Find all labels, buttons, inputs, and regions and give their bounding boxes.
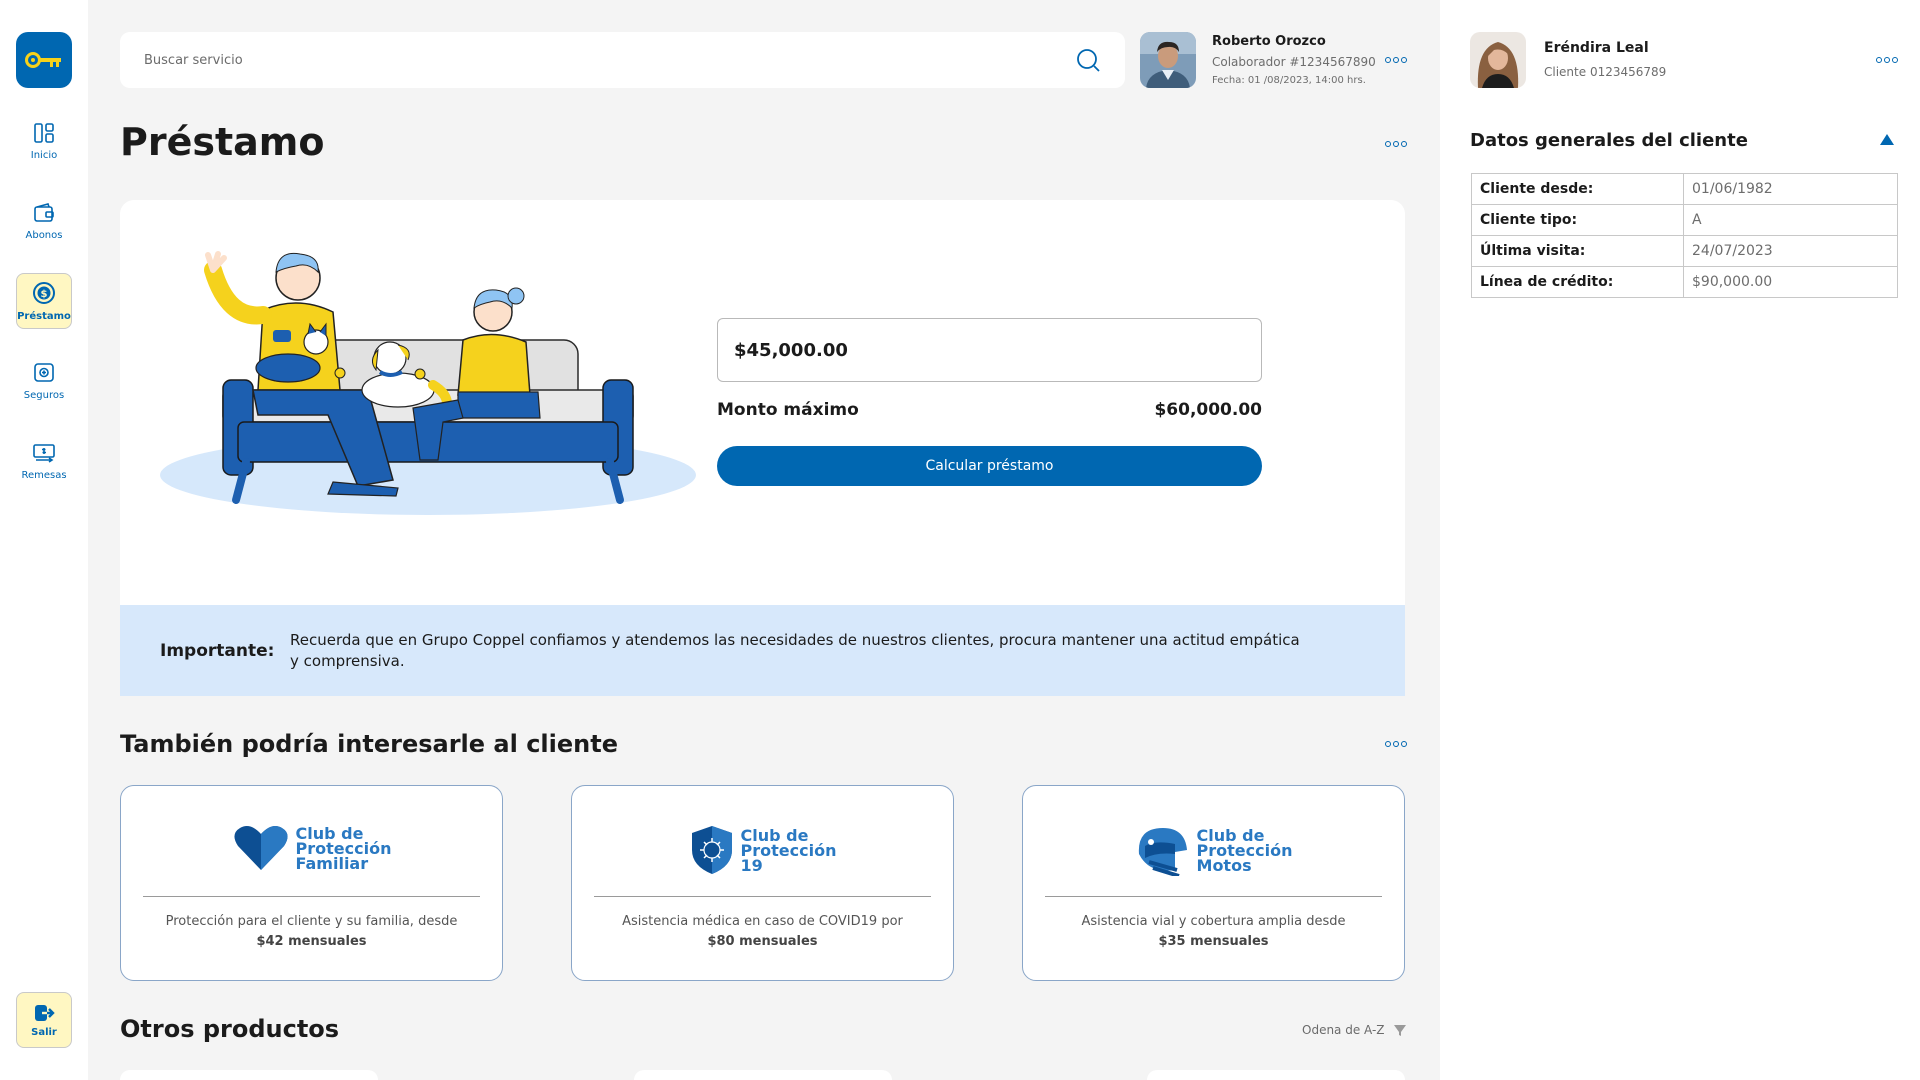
exit-label: Salir bbox=[31, 1026, 57, 1038]
funnel-icon bbox=[1393, 1025, 1406, 1036]
client-id: Cliente 0123456789 bbox=[1544, 65, 1667, 79]
row-value: 01/06/1982 bbox=[1683, 173, 1898, 205]
client-panel: Eréndira Leal Cliente 0123456789 Datos g… bbox=[1440, 0, 1920, 1080]
product-description: Asistencia médica en caso de COVID19 por bbox=[622, 914, 903, 929]
client-more-icon[interactable] bbox=[1876, 57, 1898, 63]
row-key: Última visita: bbox=[1471, 235, 1684, 267]
safe-icon bbox=[34, 362, 54, 382]
row-value: A bbox=[1683, 204, 1898, 236]
heart-icon bbox=[233, 826, 288, 870]
collaborator-id: Colaborador #1234567890 bbox=[1212, 55, 1376, 69]
sidebar-item-label: Remesas bbox=[21, 469, 67, 481]
product-logo: Club de Protección Motos bbox=[1023, 824, 1404, 876]
client-name: Eréndira Leal bbox=[1544, 40, 1649, 56]
table-row: Cliente tipo: A bbox=[1471, 204, 1898, 236]
divider bbox=[594, 896, 931, 897]
key-icon bbox=[25, 52, 61, 68]
page-more-icon[interactable] bbox=[1385, 141, 1407, 147]
product-description: Protección para el cliente y su familia,… bbox=[165, 914, 458, 929]
product-card[interactable] bbox=[120, 1070, 378, 1080]
product-name-line: Familiar bbox=[295, 853, 369, 873]
product-logo: Club de Protección 19 bbox=[572, 824, 953, 876]
collapse-arrow-icon[interactable] bbox=[1880, 134, 1894, 145]
collaborator-date: Fecha: 01 /08/2023, 14:00 hrs. bbox=[1212, 75, 1366, 86]
product-logo: Club de Protección Familiar bbox=[121, 824, 502, 872]
search-bar bbox=[120, 32, 1125, 88]
notice-title: Importante: bbox=[160, 640, 275, 661]
svg-text:$: $ bbox=[41, 289, 48, 300]
sidebar-item-abonos[interactable]: Abonos bbox=[16, 193, 72, 249]
logout-icon bbox=[35, 1004, 55, 1021]
collaborator-avatar bbox=[1140, 32, 1196, 88]
sidebar-item-label: Préstamo bbox=[17, 310, 71, 322]
product-price: $35 mensuales bbox=[1158, 934, 1269, 949]
calculate-loan-button[interactable]: Calcular préstamo bbox=[717, 446, 1262, 486]
collaborator-name: Roberto Orozco bbox=[1212, 34, 1326, 49]
sidebar: Inicio Abonos $ Préstamo Seguros Remesas bbox=[0, 0, 88, 1080]
family-sofa-illustration bbox=[160, 251, 696, 515]
dashboard-icon bbox=[34, 122, 54, 143]
client-section-title: Datos generales del cliente bbox=[1470, 130, 1748, 151]
exit-button[interactable]: Salir bbox=[16, 992, 72, 1048]
product-card-familiar[interactable]: Club de Protección Familiar Protección p… bbox=[120, 785, 503, 981]
sidebar-item-label: Seguros bbox=[23, 389, 65, 401]
sidebar-item-prestamo[interactable]: $ Préstamo bbox=[16, 273, 72, 329]
row-value: 24/07/2023 bbox=[1683, 235, 1898, 267]
product-card-19[interactable]: Club de Protección 19 Asistencia médica … bbox=[571, 785, 954, 981]
product-card-motos[interactable]: Club de Protección Motos Asistencia vial… bbox=[1022, 785, 1405, 981]
row-key: Línea de crédito: bbox=[1471, 266, 1684, 298]
row-value: $90,000.00 bbox=[1683, 266, 1898, 298]
product-name-line: 19 bbox=[740, 855, 763, 875]
max-amount-label: Monto máximo bbox=[717, 400, 859, 420]
shield-virus-icon bbox=[691, 826, 732, 874]
row-key: Cliente tipo: bbox=[1471, 204, 1684, 236]
divider bbox=[1045, 896, 1382, 897]
sidebar-item-remesas[interactable]: Remesas bbox=[16, 433, 72, 489]
client-avatar bbox=[1470, 32, 1526, 88]
page-title: Préstamo bbox=[120, 120, 325, 164]
dollar-coin-icon: $ bbox=[33, 281, 55, 304]
collaborator-card: Roberto Orozco Colaborador #1234567890 F… bbox=[1140, 32, 1410, 90]
product-description: Asistencia vial y cobertura amplia desde bbox=[1081, 914, 1346, 929]
table-row: Última visita: 24/07/2023 bbox=[1471, 235, 1898, 267]
product-card[interactable] bbox=[1147, 1070, 1405, 1080]
search-icon[interactable] bbox=[1075, 47, 1101, 73]
table-row: Línea de crédito: $90,000.00 bbox=[1471, 266, 1898, 298]
search-input[interactable] bbox=[144, 52, 1075, 68]
recommended-title: También podría interesarle al cliente bbox=[120, 730, 618, 758]
loan-amount-input[interactable]: $45,000.00 bbox=[717, 318, 1262, 382]
sidebar-item-seguros[interactable]: Seguros bbox=[16, 353, 72, 409]
notice-text: Recuerda que en Grupo Coppel confiamos y… bbox=[290, 630, 1300, 670]
sidebar-item-label: Abonos bbox=[25, 229, 63, 241]
recommended-more-icon[interactable] bbox=[1385, 741, 1407, 747]
divider bbox=[143, 896, 480, 897]
product-card[interactable] bbox=[634, 1070, 892, 1080]
wallet-icon bbox=[34, 202, 54, 222]
product-name-line: Motos bbox=[1196, 855, 1252, 875]
row-key: Cliente desde: bbox=[1471, 173, 1684, 205]
other-products-title: Otros productos bbox=[120, 1015, 340, 1043]
max-amount-value: $60,000.00 bbox=[1154, 400, 1262, 420]
helmet-icon bbox=[1138, 828, 1187, 876]
sidebar-item-inicio[interactable]: Inicio bbox=[16, 113, 72, 169]
product-price: $80 mensuales bbox=[707, 934, 818, 949]
important-notice: Importante: Recuerda que en Grupo Coppel… bbox=[120, 605, 1405, 696]
sort-dropdown[interactable]: Odena de A-Z bbox=[1302, 1023, 1407, 1037]
app-logo[interactable] bbox=[16, 32, 72, 88]
table-row: Cliente desde: 01/06/1982 bbox=[1471, 173, 1898, 205]
money-transfer-icon bbox=[33, 443, 55, 463]
sidebar-item-label: Inicio bbox=[30, 149, 58, 161]
sort-label: Odena de A-Z bbox=[1302, 1023, 1385, 1037]
collaborator-more-icon[interactable] bbox=[1385, 57, 1407, 63]
client-info-table: Cliente desde: 01/06/1982 Cliente tipo: … bbox=[1471, 173, 1898, 298]
product-price: $42 mensuales bbox=[256, 934, 367, 949]
